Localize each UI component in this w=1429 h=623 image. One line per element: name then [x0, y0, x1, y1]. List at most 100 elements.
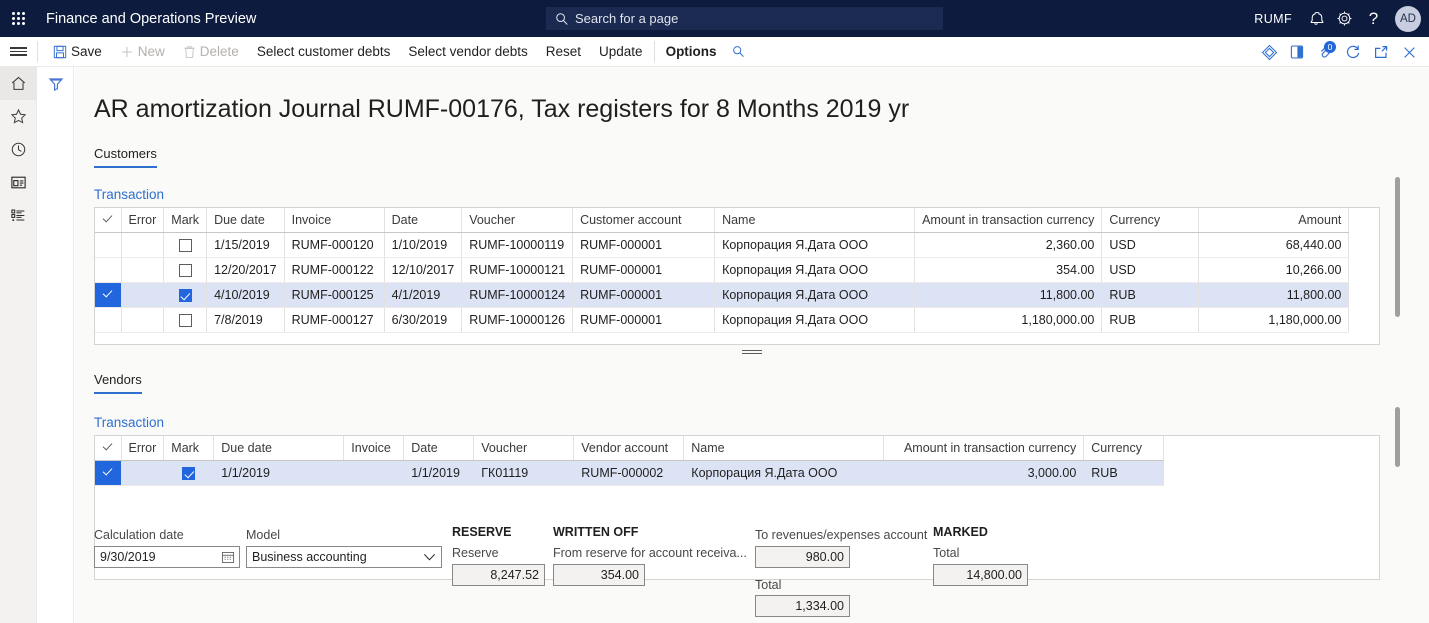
sidebar-item-favorites[interactable] — [0, 100, 37, 133]
app-launcher-button[interactable] — [0, 0, 36, 37]
marked-total-field[interactable]: 14,800.00 — [933, 564, 1028, 586]
table-row[interactable]: 1/1/2019 1/1/2019 ГК01119 RUMF-000002 Ко… — [95, 460, 1165, 486]
customers-col-mark[interactable]: Mark — [163, 208, 208, 233]
table-row[interactable]: 7/8/2019 RUMF-000127 6/30/2019 RUMF-1000… — [95, 307, 1350, 333]
mark-checkbox[interactable] — [178, 263, 192, 277]
customers-col-name[interactable]: Name — [714, 208, 916, 233]
vendors-col-due-date[interactable]: Due date — [213, 436, 345, 461]
customers-grid-scrollbar[interactable] — [1395, 177, 1400, 317]
navigation-menu-button[interactable] — [0, 37, 37, 67]
customers-col-error[interactable]: Error — [121, 208, 165, 233]
sidebar-item-workspaces[interactable] — [0, 166, 37, 199]
reset-button[interactable]: Reset — [537, 37, 590, 67]
customers-col-customer-account[interactable]: Customer account — [572, 208, 716, 233]
customers-col-currency[interactable]: Currency — [1101, 208, 1200, 233]
cell-mark[interactable] — [163, 232, 208, 258]
customers-col-amount-transaction[interactable]: Amount in transaction currency — [914, 208, 1103, 233]
calculation-date-field[interactable]: 9/30/2019 — [94, 546, 240, 568]
vendors-col-invoice[interactable]: Invoice — [343, 436, 405, 461]
row-select-cell[interactable] — [95, 282, 122, 308]
customers-transaction-link[interactable]: Transaction — [94, 187, 164, 202]
vendors-grid-scrollbar[interactable] — [1395, 407, 1400, 467]
cell-amount: 11,800.00 — [1198, 282, 1350, 308]
sidebar-item-home[interactable] — [0, 67, 37, 100]
cell-mark[interactable] — [163, 282, 208, 308]
written-off-total-field[interactable]: 1,334.00 — [755, 595, 850, 617]
command-search-button[interactable] — [726, 37, 751, 67]
vendors-col-mark[interactable]: Mark — [163, 436, 215, 461]
vendors-col-vendor-account[interactable]: Vendor account — [573, 436, 685, 461]
reserve-value-field[interactable]: 8,247.52 — [452, 564, 545, 586]
new-button[interactable]: New — [111, 37, 174, 67]
mark-checkbox[interactable] — [182, 466, 196, 480]
vendors-select-all-header[interactable] — [95, 436, 122, 461]
row-select-cell[interactable] — [95, 257, 122, 283]
mark-checkbox[interactable] — [178, 288, 192, 302]
options-button[interactable]: Options — [657, 37, 726, 67]
sidebar-item-modules[interactable] — [0, 199, 37, 232]
from-reserve-value-field[interactable]: 354.00 — [553, 564, 645, 586]
select-vendor-debts-button[interactable]: Select vendor debts — [399, 37, 536, 67]
cell-voucher[interactable]: RUMF-10000124 — [461, 282, 574, 308]
customers-col-voucher[interactable]: Voucher — [461, 208, 574, 233]
vendors-transaction-link[interactable]: Transaction — [94, 415, 164, 430]
cell-currency: RUB — [1101, 307, 1200, 333]
table-row[interactable]: 1/15/2019 RUMF-000120 1/10/2019 RUMF-100… — [95, 232, 1350, 258]
sidebar-item-recent[interactable] — [0, 133, 37, 166]
cell-customer-account[interactable]: RUMF-000001 — [572, 282, 716, 308]
vendors-col-date[interactable]: Date — [403, 436, 475, 461]
row-select-cell[interactable] — [95, 307, 122, 333]
notifications-button[interactable] — [1301, 0, 1330, 37]
customers-col-invoice[interactable]: Invoice — [284, 208, 385, 233]
customers-col-date[interactable]: Date — [384, 208, 463, 233]
calendar-icon[interactable] — [221, 550, 235, 567]
customers-select-all-header[interactable] — [95, 208, 122, 233]
from-reserve-value: 354.00 — [600, 568, 639, 582]
save-button[interactable]: Save — [44, 37, 111, 67]
delete-button[interactable]: Delete — [174, 37, 248, 67]
vendors-col-error[interactable]: Error — [121, 436, 165, 461]
update-button[interactable]: Update — [590, 37, 652, 67]
grid-splitter[interactable] — [75, 345, 1429, 359]
customers-col-due-date[interactable]: Due date — [206, 208, 285, 233]
cell-date[interactable]: 1/1/2019 — [403, 460, 475, 486]
vendors-col-voucher[interactable]: Voucher — [473, 436, 575, 461]
row-select-cell[interactable] — [95, 232, 122, 258]
table-row[interactable]: 12/20/2017 RUMF-000122 12/10/2017 RUMF-1… — [95, 257, 1350, 283]
vendors-col-currency[interactable]: Currency — [1083, 436, 1165, 461]
settings-button[interactable] — [1330, 0, 1359, 37]
to-revenues-value-field[interactable]: 980.00 — [755, 546, 850, 568]
global-search-input[interactable]: Search for a page — [546, 7, 943, 30]
mark-checkbox[interactable] — [178, 238, 192, 252]
office-diamond-button[interactable] — [1255, 37, 1283, 67]
split-view-button[interactable] — [1283, 37, 1311, 67]
row-select-cell[interactable] — [95, 460, 122, 486]
vendors-col-name[interactable]: Name — [683, 436, 885, 461]
select-customer-debts-button[interactable]: Select customer debts — [248, 37, 400, 67]
attachments-button[interactable]: 0 — [1311, 37, 1339, 67]
cell-mark[interactable] — [163, 460, 215, 486]
customers-col-amount[interactable]: Amount — [1198, 208, 1350, 233]
close-button[interactable] — [1395, 37, 1423, 67]
refresh-button[interactable] — [1339, 37, 1367, 67]
cell-currency[interactable]: RUB — [1083, 460, 1165, 486]
mark-checkbox[interactable] — [178, 313, 192, 327]
cell-voucher[interactable]: ГК01119 — [473, 460, 575, 486]
help-button[interactable]: ? — [1359, 0, 1388, 37]
cell-vendor-account[interactable]: RUMF-000002 — [573, 460, 685, 486]
cell-currency[interactable]: RUB — [1101, 282, 1200, 308]
cell-mark[interactable] — [163, 307, 208, 333]
cell-date[interactable]: 4/1/2019 — [384, 282, 463, 308]
tab-vendors[interactable]: Vendors — [94, 372, 142, 394]
model-select[interactable]: Business accounting — [246, 546, 442, 568]
open-in-new-window-button[interactable] — [1367, 37, 1395, 67]
chevron-down-icon[interactable] — [423, 552, 436, 566]
vendors-col-amount-transaction[interactable]: Amount in transaction currency — [883, 436, 1085, 461]
table-row[interactable]: 4/10/2019 RUMF-000125 4/1/2019 RUMF-1000… — [95, 282, 1350, 308]
company-selector[interactable]: RUMF — [1254, 12, 1292, 26]
tab-customers[interactable]: Customers — [94, 146, 157, 168]
cell-mark[interactable] — [163, 257, 208, 283]
save-icon — [53, 45, 67, 58]
avatar[interactable]: AD — [1395, 5, 1421, 32]
filter-button[interactable] — [38, 67, 74, 101]
